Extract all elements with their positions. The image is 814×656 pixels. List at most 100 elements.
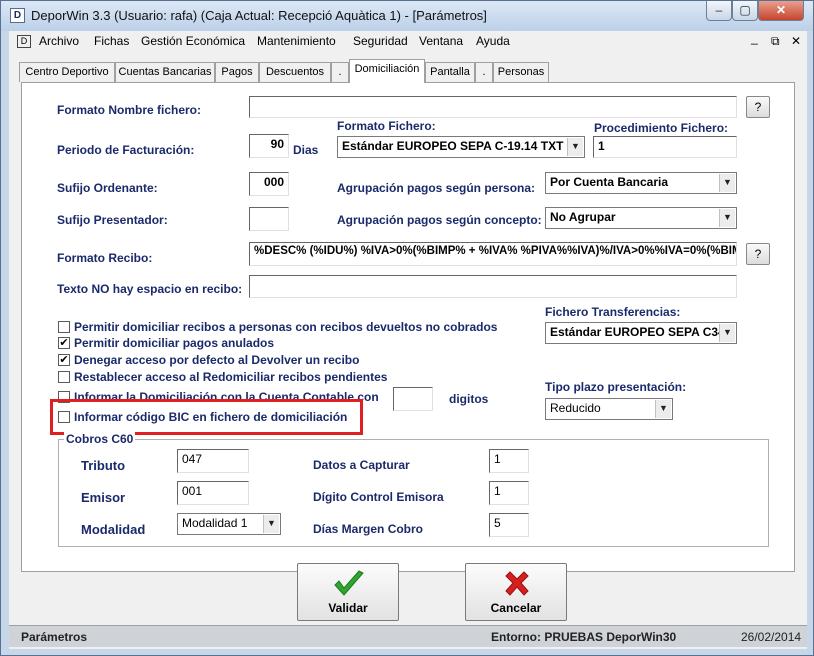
tab-cuentas-bancarias[interactable]: Cuentas Bancarias	[115, 62, 215, 82]
periodo-label: Periodo de Facturación:	[57, 143, 195, 157]
agrupacion-concepto-value: No Agrupar	[550, 210, 616, 224]
maximize-button[interactable]: ▢	[732, 1, 758, 21]
window-title: DeporWin 3.3 (Usuario: rafa) (Caja Actua…	[31, 8, 487, 23]
status-left: Parámetros	[21, 630, 88, 644]
formato-fichero-select[interactable]: Estándar EUROPEO SEPA C-19.14 TXT ▼	[337, 136, 585, 158]
chevron-down-icon: ▼	[719, 174, 735, 192]
dias-margen-input[interactable]: 5	[489, 513, 529, 537]
highlight-box	[50, 399, 363, 435]
sufijo-presentador-label: Sufijo Presentador:	[57, 213, 168, 227]
menu-gestion-economica[interactable]: Gestión Económica	[141, 34, 245, 48]
modalidad-select[interactable]: Modalidad 1 ▼	[177, 513, 281, 535]
agrupacion-concepto-label: Agrupación pagos según concepto:	[337, 213, 542, 227]
formato-recibo-label: Formato Recibo:	[57, 251, 153, 265]
datos-capturar-input[interactable]: 1	[489, 449, 529, 473]
checkbox-restablecer-acceso-label: Restablecer acceso al Redomiciliar recib…	[74, 370, 388, 384]
agrupacion-persona-value: Por Cuenta Bancaria	[550, 175, 669, 189]
menu-bar: D Archivo Fichas Gestión Económica Mante…	[9, 31, 807, 53]
validar-button[interactable]: Validar	[297, 563, 399, 621]
checkbox-devueltos[interactable]	[58, 321, 70, 333]
chevron-down-icon: ▼	[719, 209, 735, 227]
formato-fichero-value: Estándar EUROPEO SEPA C-19.14 TXT	[342, 139, 564, 153]
status-environment: Entorno: PRUEBAS DeporWin30	[491, 630, 677, 644]
cobros-c60-title: Cobros C60	[64, 432, 136, 446]
app-window: D DeporWin 3.3 (Usuario: rafa) (Caja Act…	[0, 0, 814, 656]
menu-mantenimiento[interactable]: Mantenimiento	[257, 34, 336, 48]
formato-recibo-input[interactable]: %DESC% (%IDU%) %IVA>0%(%BIMP% + %IVA% %P…	[249, 242, 737, 266]
agrupacion-persona-select[interactable]: Por Cuenta Bancaria ▼	[545, 172, 737, 194]
menu-ventana[interactable]: Ventana	[419, 34, 463, 48]
mdi-close-button[interactable]: ✕	[791, 34, 801, 48]
menu-seguridad[interactable]: Seguridad	[353, 34, 408, 48]
status-date: 26/02/2014	[741, 630, 802, 644]
digitos-label: digitos	[449, 392, 489, 406]
datos-capturar-label: Datos a Capturar	[313, 458, 410, 472]
dias-margen-label: Días Margen Cobro	[313, 522, 424, 536]
tab-pagos[interactable]: Pagos	[215, 62, 259, 82]
checkbox-pagos-anulados-label: Permitir domiciliar pagos anulados	[74, 336, 275, 350]
emisor-input[interactable]: 001	[177, 481, 249, 505]
tab-centro-deportivo[interactable]: Centro Deportivo	[19, 62, 115, 82]
title-bar[interactable]: D DeporWin 3.3 (Usuario: rafa) (Caja Act…	[1, 1, 813, 31]
formato-nombre-fichero-label: Formato Nombre fichero:	[57, 103, 202, 117]
tab-pantalla[interactable]: Pantalla	[425, 62, 475, 82]
menu-ayuda[interactable]: Ayuda	[476, 34, 510, 48]
agrupacion-concepto-select[interactable]: No Agrupar ▼	[545, 207, 737, 229]
formato-recibo-help-button[interactable]: ?	[746, 243, 770, 265]
checkbox-devueltos-label: Permitir domiciliar recibos a personas c…	[74, 320, 498, 334]
texto-no-espacio-input[interactable]	[249, 275, 737, 298]
tab-blank-2[interactable]: .	[475, 62, 493, 82]
mdi-restore-button[interactable]: ⧉	[771, 34, 780, 49]
chevron-down-icon: ▼	[263, 515, 279, 533]
close-button[interactable]: ✕	[758, 1, 804, 21]
formato-nombre-fichero-input[interactable]	[249, 96, 737, 118]
checkbox-denegar-acceso[interactable]: ✔	[58, 354, 70, 366]
tab-personas[interactable]: Personas	[493, 62, 549, 82]
emisor-label: Emisor	[81, 490, 126, 505]
tab-domiciliacion[interactable]: Domiciliación	[349, 59, 425, 83]
tributo-label: Tributo	[81, 458, 126, 473]
tipo-plazo-value: Reducido	[550, 401, 601, 415]
modalidad-label: Modalidad	[81, 522, 146, 537]
tipo-plazo-label: Tipo plazo presentación:	[545, 380, 687, 394]
checkbox-restablecer-acceso[interactable]	[58, 371, 70, 383]
tributo-input[interactable]: 047	[177, 449, 249, 473]
status-bar: Parámetros Entorno: PRUEBAS DeporWin30 2…	[9, 625, 807, 647]
periodo-input[interactable]: 90	[249, 134, 289, 158]
chevron-down-icon: ▼	[567, 138, 583, 156]
periodo-unit: Dias	[293, 143, 319, 157]
tipo-plazo-select[interactable]: Reducido ▼	[545, 398, 673, 420]
menu-archivo[interactable]: Archivo	[39, 34, 79, 48]
fichero-transferencias-select[interactable]: Estándar EUROPEO SEPA C34 ▼	[545, 322, 737, 344]
tab-descuentos[interactable]: Descuentos	[259, 62, 331, 82]
cancel-x-icon	[505, 571, 529, 596]
sufijo-ordenante-label: Sufijo Ordenante:	[57, 181, 158, 195]
agrupacion-persona-label: Agrupación pagos según persona:	[337, 181, 536, 195]
digito-control-label: Dígito Control Emisora	[313, 490, 444, 504]
sufijo-ordenante-input[interactable]: 000	[249, 172, 289, 196]
app-icon: D	[10, 8, 25, 23]
chevron-down-icon: ▼	[719, 324, 735, 342]
tab-blank-1[interactable]: .	[331, 62, 349, 82]
procedimiento-label: Procedimiento Fichero:	[594, 121, 729, 135]
formato-fichero-label: Formato Fichero:	[337, 119, 436, 133]
cancelar-button[interactable]: Cancelar	[465, 563, 567, 621]
procedimiento-input[interactable]: 1	[593, 136, 737, 158]
mdi-minimize-button[interactable]: _	[751, 31, 758, 45]
checkbox-pagos-anulados[interactable]: ✔	[58, 337, 70, 349]
chevron-down-icon: ▼	[655, 400, 671, 418]
fichero-transferencias-value: Estándar EUROPEO SEPA C34	[550, 325, 725, 339]
checkbox-denegar-acceso-label: Denegar acceso por defecto al Devolver u…	[74, 353, 360, 367]
fichero-transferencias-label: Fichero Transferencias:	[545, 305, 681, 319]
digito-control-input[interactable]: 1	[489, 481, 529, 505]
checkmark-icon	[334, 570, 364, 596]
modalidad-value: Modalidad 1	[182, 516, 248, 530]
menu-fichas[interactable]: Fichas	[94, 34, 129, 48]
sufijo-presentador-input[interactable]	[249, 207, 289, 231]
minimize-button[interactable]: –	[706, 1, 732, 21]
digitos-input[interactable]	[393, 387, 433, 411]
formato-nombre-help-button[interactable]: ?	[746, 96, 770, 118]
mdi-doc-icon: D	[17, 35, 31, 48]
cancelar-label: Cancelar	[490, 601, 542, 615]
texto-no-espacio-label: Texto NO hay espacio en recibo:	[57, 282, 243, 296]
